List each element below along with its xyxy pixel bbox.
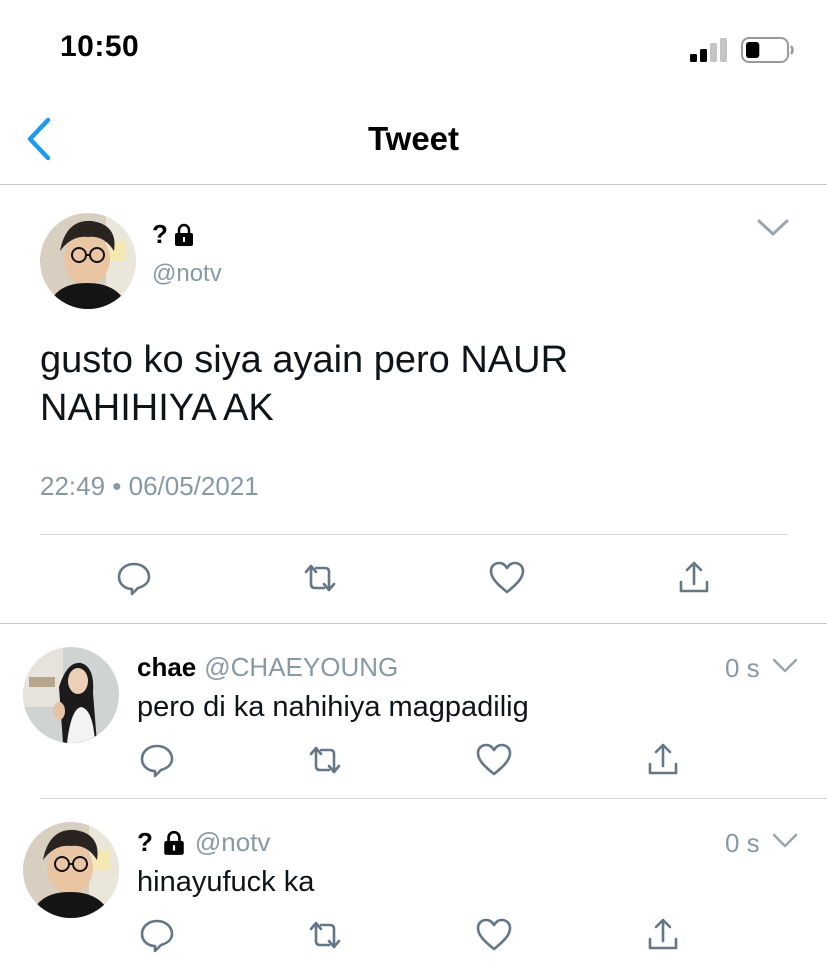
lock-icon [174, 223, 193, 246]
author-display-name: ? [152, 219, 168, 249]
chevron-down-icon[interactable] [772, 657, 798, 675]
tweet-text: pero di ka nahihiya magpadilig [137, 691, 529, 723]
reply-header: ? @notv [137, 827, 270, 858]
author-handle: @notv [152, 260, 222, 287]
divider [40, 534, 788, 535]
avatar[interactable] [23, 647, 119, 743]
author-handle: @CHAEYOUNG [204, 652, 399, 682]
nav-bar: Tweet [0, 100, 827, 185]
reply-icon[interactable] [137, 740, 177, 780]
tweet-age: 0 s [725, 828, 760, 858]
chevron-down-icon[interactable] [756, 216, 790, 240]
signal-icon [690, 38, 727, 62]
main-tweet: ? @notv gusto ko siya ayain pero NAUR NA… [0, 186, 827, 624]
tweet-timestamp: 22:49 • 06/05/2021 [40, 471, 259, 501]
reply-tweet[interactable]: ? @notv 0 s hinayufuck ka [0, 800, 827, 965]
avatar[interactable] [40, 213, 136, 309]
retweet-icon[interactable] [305, 915, 345, 955]
lock-icon [164, 830, 184, 855]
like-icon[interactable] [474, 740, 514, 780]
avatar-image [23, 822, 119, 918]
reply-icon[interactable] [114, 558, 154, 598]
reply-icon[interactable] [137, 915, 177, 955]
tweet-text-line: NAHIHIYA AK [40, 387, 274, 429]
avatar[interactable] [23, 822, 119, 918]
share-icon[interactable] [643, 915, 683, 955]
status-time: 10:50 [60, 30, 140, 63]
author-name: chae [137, 652, 197, 682]
avatar-image [23, 647, 119, 743]
page-title: Tweet [367, 120, 460, 157]
battery-icon [741, 37, 794, 63]
share-icon[interactable] [674, 558, 714, 598]
divider [40, 798, 827, 799]
like-icon[interactable] [487, 558, 527, 598]
retweet-icon[interactable] [300, 558, 340, 598]
tweet-text-line: gusto ko siya ayain pero NAUR [40, 339, 569, 381]
retweet-icon[interactable] [305, 740, 345, 780]
tweet-text: hinayufuck ka [137, 866, 315, 898]
reply-header: chae @CHAEYOUNG [137, 652, 398, 683]
reply-tweet[interactable]: chae @CHAEYOUNG 0 s pero di ka nahihiya … [0, 625, 827, 799]
tweet-text: gusto ko siya ayain pero NAUR NAHIHIYA A… [40, 336, 780, 432]
tweet-age: 0 s [725, 653, 760, 683]
chevron-down-icon[interactable] [772, 832, 798, 850]
author-name: ? [137, 827, 153, 857]
status-bar: 10:50 [0, 0, 827, 100]
avatar-image [40, 213, 136, 309]
tweet-actions [0, 558, 827, 598]
share-icon[interactable] [643, 740, 683, 780]
like-icon[interactable] [474, 915, 514, 955]
author-handle: @notv [194, 827, 271, 857]
author-name: ? [152, 219, 196, 250]
